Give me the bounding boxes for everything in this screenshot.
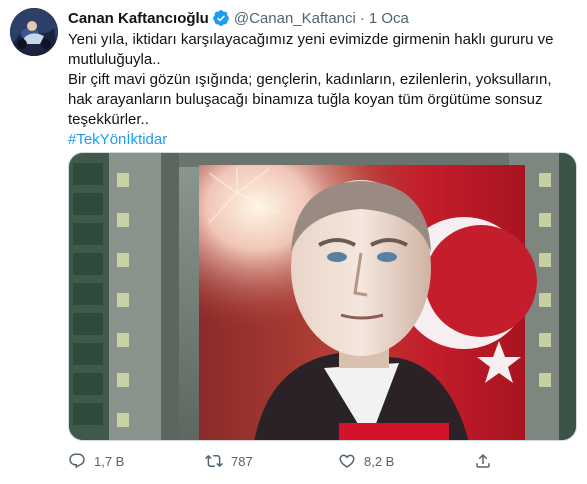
reply-icon (69, 453, 85, 469)
share-button[interactable] (474, 452, 492, 470)
verified-badge-icon (212, 9, 230, 27)
heart-icon (339, 454, 355, 468)
tweet-actions: 1,7 B 787 8,2 B (68, 448, 498, 474)
avatar[interactable] (10, 8, 58, 56)
retweet-button[interactable]: 787 (205, 452, 253, 470)
reply-button[interactable]: 1,7 B (68, 452, 124, 470)
user-handle[interactable]: @Canan_Kaftanci (234, 10, 356, 27)
tweet-text-line: Bir çift mavi gözün ışığında; gençlerin,… (68, 71, 552, 128)
display-name[interactable]: Canan Kaftancıoğlu (68, 10, 209, 27)
separator-dot: · (359, 9, 365, 27)
tweet-text: Yeni yıla, iktidarı karşılayacağımız yen… (68, 30, 573, 150)
tweet-date[interactable]: 1 Oca (369, 10, 409, 27)
share-icon (476, 453, 490, 468)
avatar-image (10, 8, 58, 56)
tweet-header: Canan Kaftancıoğlu @Canan_Kaftanci · 1 O… (68, 8, 409, 28)
hashtag-link[interactable]: #TekYönİktidar (68, 131, 167, 148)
like-count: 8,2 B (364, 453, 395, 469)
building-banner-photo (69, 153, 576, 440)
retweet-icon (205, 454, 223, 468)
tweet[interactable]: Canan Kaftancıoğlu @Canan_Kaftanci · 1 O… (0, 0, 587, 484)
tweet-text-line: Yeni yıla, iktidarı karşılayacağımız yen… (68, 31, 554, 68)
tweet-media-image[interactable] (68, 152, 577, 441)
like-button[interactable]: 8,2 B (338, 452, 394, 470)
retweet-count: 787 (231, 453, 253, 469)
reply-count: 1,7 B (94, 453, 125, 469)
